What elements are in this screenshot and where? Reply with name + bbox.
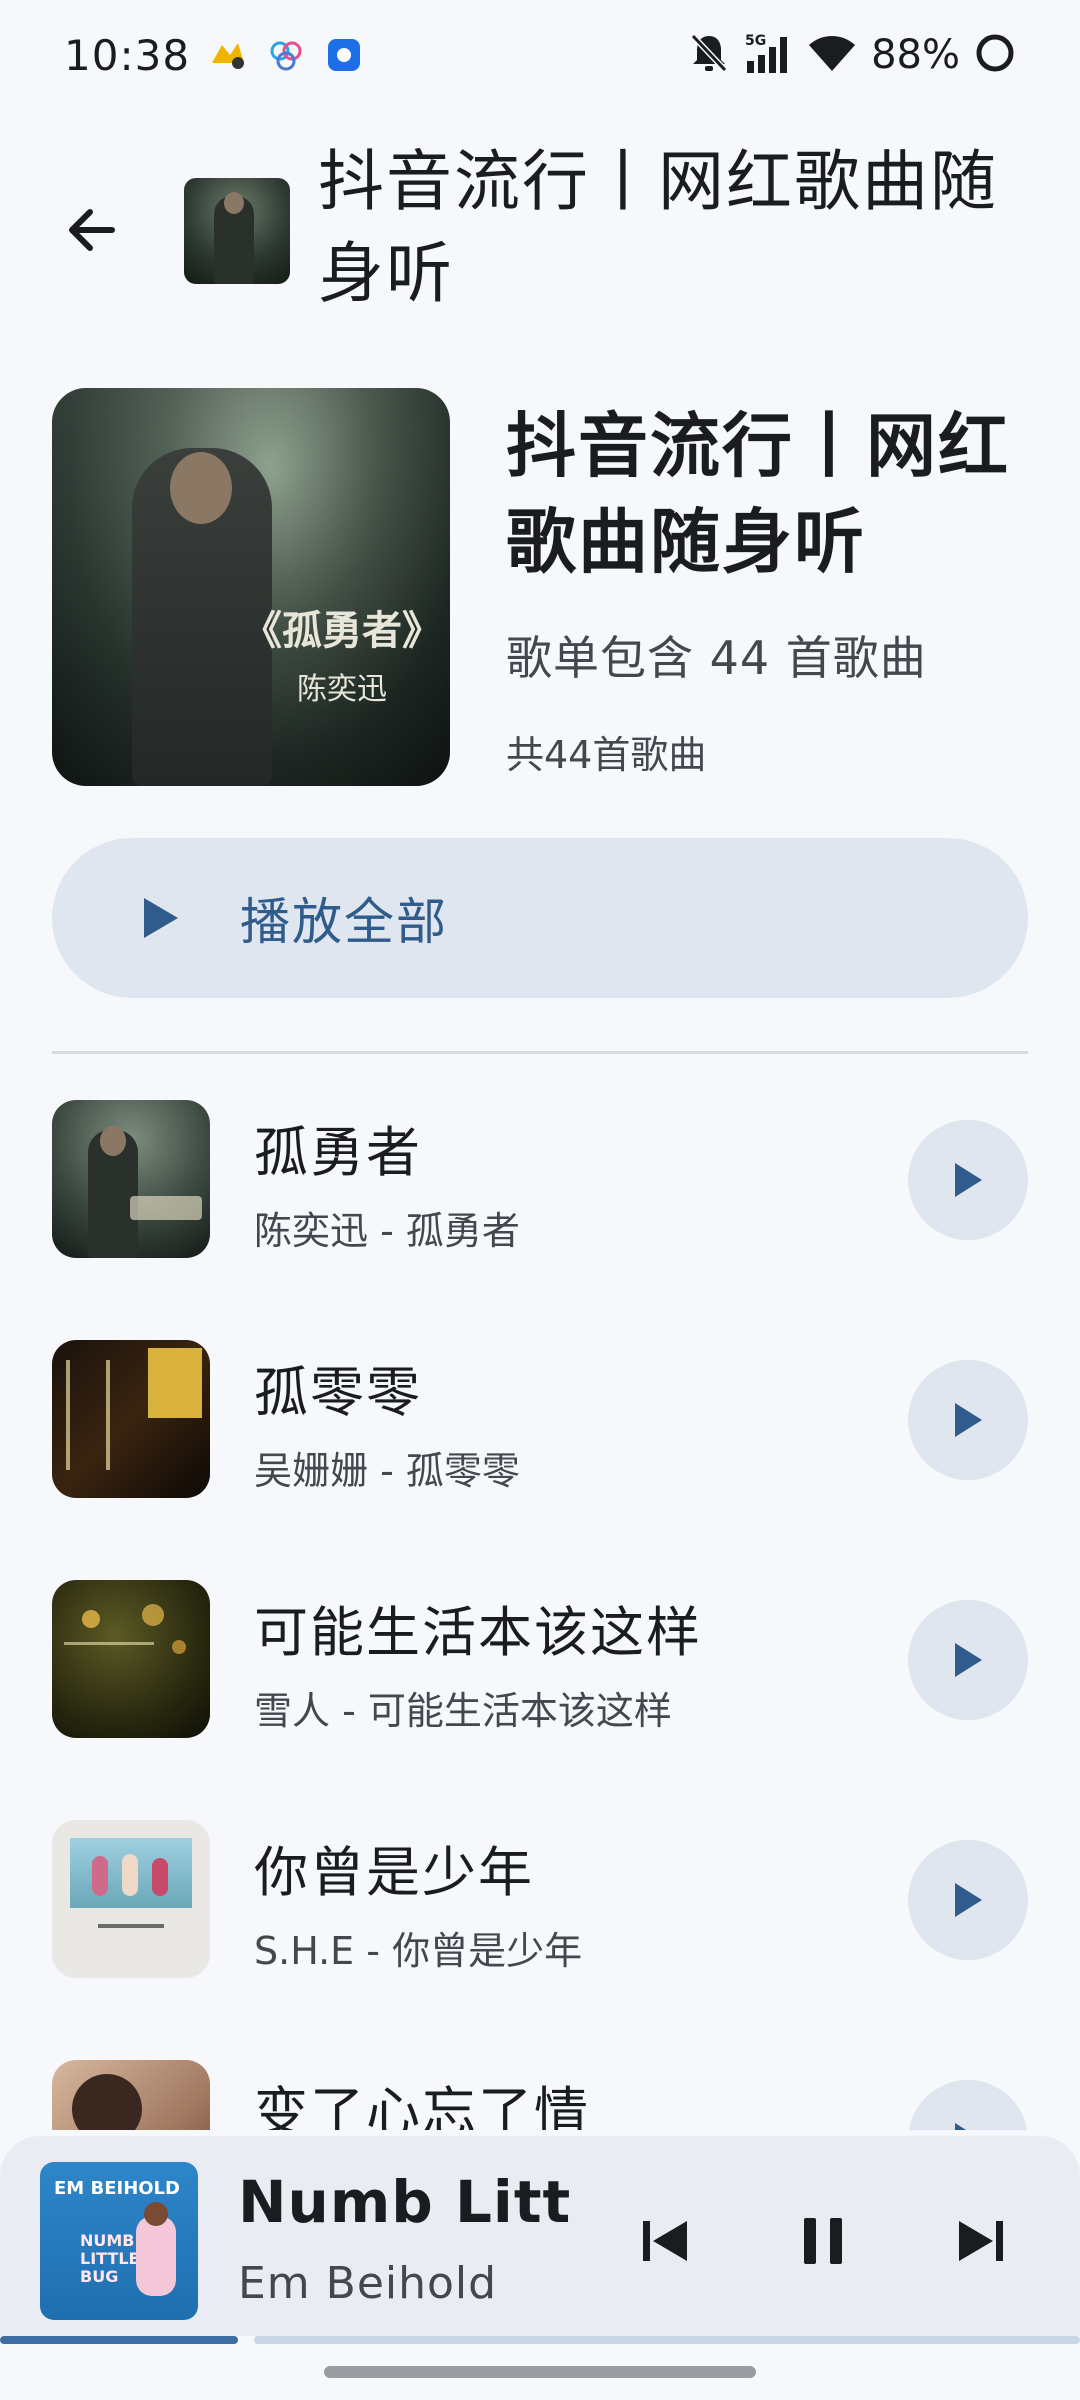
status-right: 5G 88%: [689, 31, 1016, 79]
previous-button[interactable]: [620, 2196, 710, 2286]
playlist-title: 抖音流行丨网红歌曲随身听: [506, 405, 1010, 583]
pause-button[interactable]: [778, 2196, 868, 2286]
clock: 10:38: [64, 30, 191, 80]
pause-icon: [804, 2218, 842, 2264]
mini-art-artist-text: EM BEIHOLD: [54, 2178, 180, 2199]
mini-player-artwork: EM BEIHOLD NUMB LITTLE BUG: [40, 2162, 198, 2320]
song-row[interactable]: 可能生活本该这样 雪人 - 可能生活本该这样: [0, 1576, 1080, 1738]
song-play-button[interactable]: [908, 1600, 1028, 1720]
arrow-left-icon: [69, 209, 115, 251]
song-row[interactable]: 变了心忘了情: [0, 2056, 1080, 2130]
song-play-button[interactable]: [908, 1360, 1028, 1480]
playlist-cover: 《孤勇者》 陈奕迅: [52, 388, 450, 786]
song-subtitle: 雪人 - 可能生活本该这样: [254, 1689, 672, 1733]
battery-percent: 88%: [871, 32, 960, 78]
play-icon: [130, 888, 190, 948]
play-all-button[interactable]: 播放全部: [52, 838, 1028, 998]
song-artwork: [52, 1580, 210, 1738]
song-title: 变了心忘了情: [254, 2081, 590, 2130]
app-notification-icon: [208, 35, 248, 75]
play-icon: [955, 1643, 982, 1677]
progress-fill: [0, 2336, 238, 2344]
app-bar: 抖音流行丨网红歌曲随身听: [0, 130, 1080, 330]
song-artwork: [52, 1820, 210, 1978]
cover-caption: 《孤勇者》 陈奕迅: [242, 598, 442, 708]
song-title: 孤零零: [254, 1361, 422, 1424]
play-icon: [955, 1883, 982, 1917]
now-playing-artist: Em Beihold: [238, 2258, 498, 2309]
gesture-nav-handle[interactable]: [324, 2366, 756, 2378]
cloud-notification-icon: [266, 35, 306, 75]
song-title: 孤勇者: [254, 1121, 422, 1184]
song-list: 孤勇者 陈奕迅 - 孤勇者 孤零零 吴姗姗 - 孤零零 可能生活本该这样 雪人 …: [0, 1090, 1080, 2130]
song-subtitle: 陈奕迅 - 孤勇者: [254, 1209, 520, 1253]
play-icon: [955, 1163, 982, 1197]
status-bar: 10:38 5G 88%: [0, 0, 1080, 110]
back-button[interactable]: [50, 188, 134, 272]
song-artwork: [52, 1100, 210, 1258]
play-icon: [955, 1403, 982, 1437]
playlist-thumbnail: [184, 178, 290, 284]
playlist-description: 歌单包含 44 首歌曲: [506, 631, 927, 685]
cover-song-text: 《孤勇者》: [242, 607, 442, 654]
song-title: 你曾是少年: [254, 1841, 534, 1904]
record-notification-icon: [324, 35, 364, 75]
song-row[interactable]: 孤零零 吴姗姗 - 孤零零: [0, 1336, 1080, 1498]
song-subtitle: 吴姗姗 - 孤零零: [254, 1449, 520, 1493]
skip-previous-icon: [643, 2221, 687, 2261]
divider: [52, 1051, 1028, 1054]
song-title: 可能生活本该这样: [254, 1601, 702, 1664]
skip-next-icon: [959, 2221, 1003, 2261]
status-left: 10:38: [64, 31, 364, 80]
progress-track[interactable]: [254, 2336, 1080, 2344]
song-play-button[interactable]: [908, 1840, 1028, 1960]
song-row[interactable]: 孤勇者 陈奕迅 - 孤勇者: [0, 1096, 1080, 1258]
play-icon: [955, 2123, 967, 2130]
wifi-icon: [807, 33, 857, 77]
now-playing-title: Numb Litt: [238, 2168, 572, 2236]
battery-icon: [974, 32, 1016, 78]
play-all-label: 播放全部: [240, 894, 448, 950]
svg-text:5G: 5G: [745, 33, 766, 49]
song-artwork: [52, 2060, 210, 2130]
mini-player[interactable]: EM BEIHOLD NUMB LITTLE BUG Numb Litt Em …: [0, 2136, 1080, 2336]
signal-icon: 5G: [743, 31, 793, 79]
page-title: 抖音流行丨网红歌曲随身听: [318, 143, 998, 312]
song-play-button[interactable]: [908, 2080, 1028, 2130]
mute-icon: [689, 32, 729, 78]
song-artwork: [52, 1340, 210, 1498]
cover-artist-text: 陈奕迅: [297, 672, 387, 707]
song-subtitle: S.H.E - 你曾是少年: [254, 1929, 583, 1973]
next-button[interactable]: [936, 2196, 1026, 2286]
cover-head: [170, 452, 232, 524]
playlist-count: 共44首歌曲: [506, 733, 707, 777]
song-play-button[interactable]: [908, 1120, 1028, 1240]
song-row[interactable]: 你曾是少年 S.H.E - 你曾是少年: [0, 1816, 1080, 1978]
